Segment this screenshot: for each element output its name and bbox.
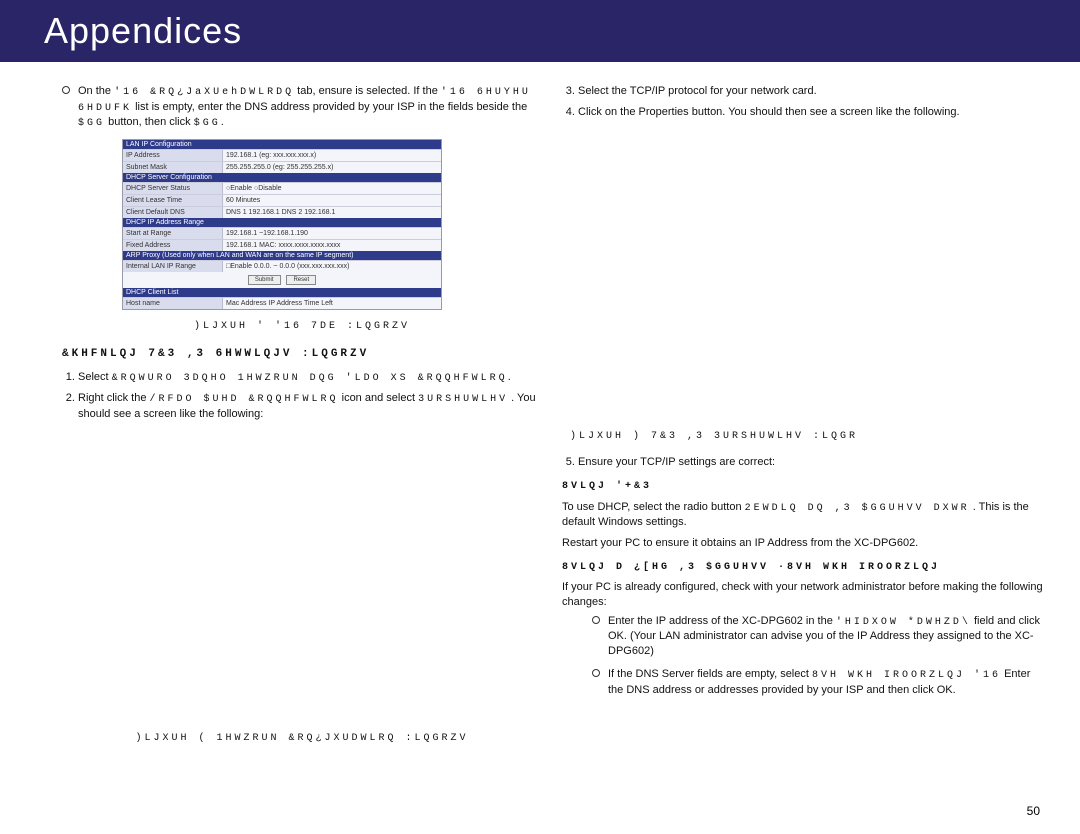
garbled-text: $GG: [78, 118, 105, 129]
fixed-bullet-2: If the DNS Server fields are empty, sele…: [592, 667, 1044, 697]
fig-section-header: DHCP Client List: [123, 288, 441, 297]
garbled-text: /RFDO $UHD &RQQHFWLRQ: [150, 394, 339, 405]
dhcp-para-1: To use DHCP, select the radio button 2EW…: [562, 500, 1044, 530]
step-2: Right click the /RFDO $UHD &RQQHFWLRQ ic…: [78, 391, 542, 421]
step-5: Ensure your TCP/IP settings are correct:: [578, 455, 1044, 470]
left-column: On the '16 &RQ¿JaXUehDWLRDQ tab, ensure …: [62, 84, 542, 745]
step-4: Click on the Properties button. You shou…: [578, 105, 1044, 120]
figure-caption-e: )LJXUH ( 1HWZRUN &RQ¿JXUDWLRQ :LQGRZV: [62, 732, 542, 746]
reset-button[interactable]: Reset: [286, 275, 316, 285]
submit-button[interactable]: Submit: [248, 275, 281, 285]
fig-section-header: LAN IP Configuration: [123, 140, 441, 149]
top-bullet-text: On the '16 &RQ¿JaXUehDWLRDQ tab, ensure …: [78, 84, 542, 131]
page-title: Appendices: [44, 10, 242, 52]
garbled-text: 2EWDLQ DQ ,3 $GGUHVV DXWR: [745, 503, 970, 514]
fig-section-header: DHCP Server Configuration: [123, 173, 441, 182]
fig-section-header: DHCP IP Address Range: [123, 218, 441, 227]
bullet-icon: [62, 86, 70, 94]
fixed-intro: If your PC is already configured, check …: [562, 580, 1044, 610]
fig-section-header: ARP Proxy (Used only when LAN and WAN ar…: [123, 251, 441, 260]
figure-caption-f: )LJXUH ) 7&3 ,3 3URSHUWLHV :LQGR: [570, 430, 1044, 444]
dhcp-para-2: Restart your PC to ensure it obtains an …: [562, 536, 1044, 551]
content-area: On the '16 &RQ¿JaXUehDWLRDQ tab, ensure …: [0, 62, 1080, 745]
right-steps-34: Select the TCP/IP protocol for your netw…: [562, 84, 1044, 120]
garbled-text: '16 &RQ¿JaXUehDWLRDQ: [114, 87, 294, 98]
garbled-text: &RQWURO 3DQHO 1HWZRUN DQG 'LDO XS &RQQHF…: [112, 373, 508, 384]
using-dhcp-header: 8VLQJ '+&3: [562, 480, 1044, 494]
fixed-ip-header: 8VLQJ D ¿[HG ,3 $GGUHVV ·8VH WKH IROORZL…: [562, 561, 1044, 575]
bullet-icon: [592, 616, 600, 624]
lan-config-figure: LAN IP Configuration IP Address192.168.1…: [122, 139, 442, 310]
garbled-text: 'HIDXOW *DWHZD\: [836, 617, 971, 628]
checking-tcpip-header: &KHFNLQJ 7&3 ,3 6HWWLQJV :LQGRZV: [62, 347, 542, 362]
fixed-bullet-1: Enter the IP address of the XC-DPG602 in…: [592, 614, 1044, 659]
left-steps: Select &RQWURO 3DQHO 1HWZRUN DQG 'LDO XS…: [62, 370, 542, 422]
right-column: Select the TCP/IP protocol for your netw…: [562, 84, 1044, 745]
fixed-bullets: Enter the IP address of the XC-DPG602 in…: [592, 614, 1044, 698]
garbled-text: 8VH WKH IROORZLQJ '16: [812, 670, 1001, 681]
garbled-text: $GG: [194, 118, 221, 129]
step-1: Select &RQWURO 3DQHO 1HWZRUN DQG 'LDO XS…: [78, 370, 542, 386]
page-number: 50: [1027, 804, 1040, 818]
figure-caption-d: )LJXUH ' '16 7DE :LQGRZV: [62, 320, 542, 334]
garbled-text: 3URSHUWLHV: [418, 394, 508, 405]
step-3: Select the TCP/IP protocol for your netw…: [578, 84, 1044, 99]
bullet-icon: [592, 669, 600, 677]
page-header: Appendices: [0, 0, 1080, 62]
top-bullet: On the '16 &RQ¿JaXUehDWLRDQ tab, ensure …: [62, 84, 542, 131]
right-steps-5: Ensure your TCP/IP settings are correct:: [562, 455, 1044, 470]
